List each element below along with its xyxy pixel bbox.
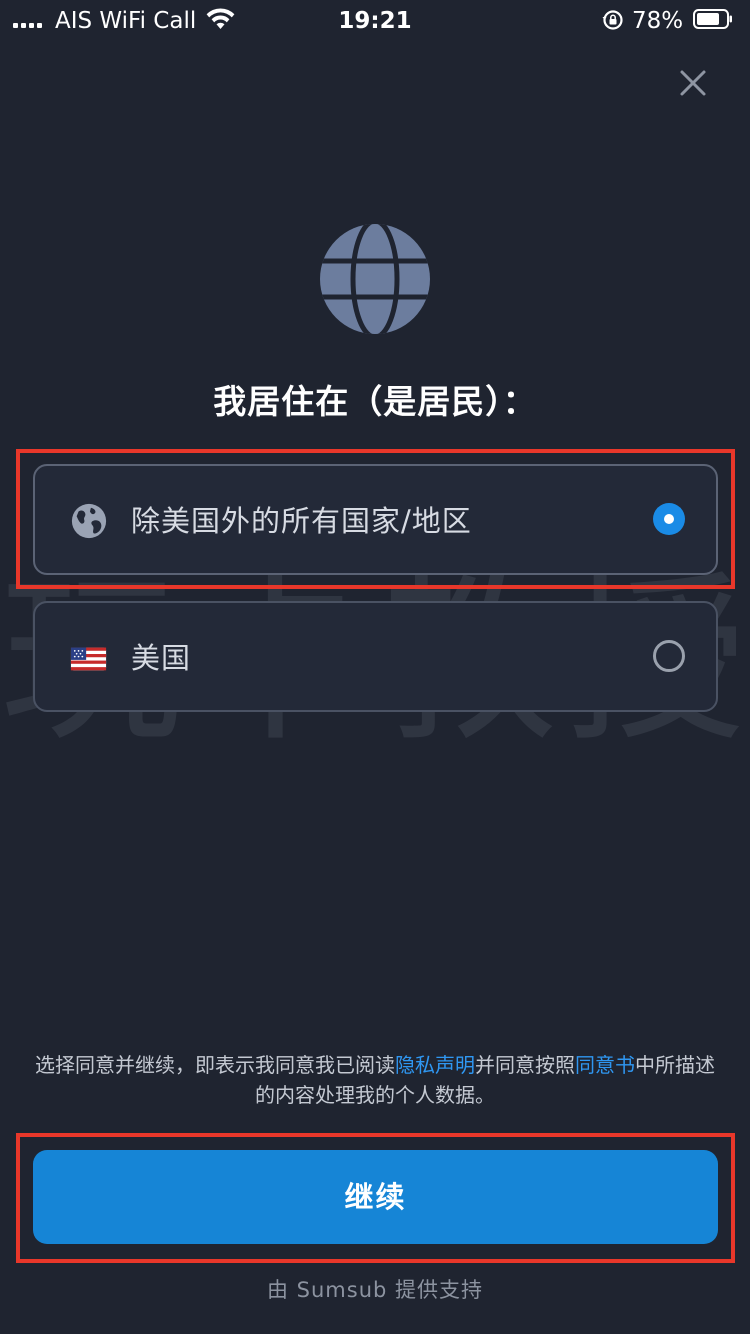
radio-selected[interactable] bbox=[653, 503, 685, 535]
battery-percent: 78% bbox=[632, 8, 684, 34]
option-label: 美国 bbox=[131, 641, 192, 675]
globe-icon bbox=[320, 224, 430, 334]
continue-button[interactable]: 继续 bbox=[33, 1150, 718, 1244]
consent-text: 选择同意并继续，即表示我同意我已阅读隐私声明并同意按照同意书中所描述的内容处理我… bbox=[30, 1050, 720, 1110]
close-icon[interactable] bbox=[676, 66, 710, 100]
page-title: 我居住在（是居民）： bbox=[213, 382, 537, 421]
option-all-countries[interactable]: 除美国外的所有国家/地区 bbox=[33, 464, 718, 575]
radio-unselected[interactable] bbox=[653, 640, 685, 672]
battery-icon bbox=[693, 9, 732, 29]
consent-text-middle: 并同意按照 bbox=[475, 1053, 575, 1077]
option-label: 除美国外的所有国家/地区 bbox=[131, 504, 472, 538]
rotation-lock-icon bbox=[602, 10, 623, 30]
consent-text-before: 选择同意并继续，即表示我同意我已阅读 bbox=[35, 1053, 395, 1077]
status-bar: AIS WiFi Call 19:21 78% bbox=[0, 0, 750, 40]
powered-by-text: 由 Sumsub 提供支持 bbox=[266, 1278, 484, 1302]
option-united-states[interactable]: 美国 bbox=[33, 601, 718, 712]
privacy-notice-link[interactable]: 隐私声明 bbox=[395, 1053, 475, 1077]
globe-icon bbox=[71, 503, 107, 539]
consent-form-link[interactable]: 同意书 bbox=[575, 1053, 635, 1077]
us-flag-icon bbox=[70, 647, 107, 671]
